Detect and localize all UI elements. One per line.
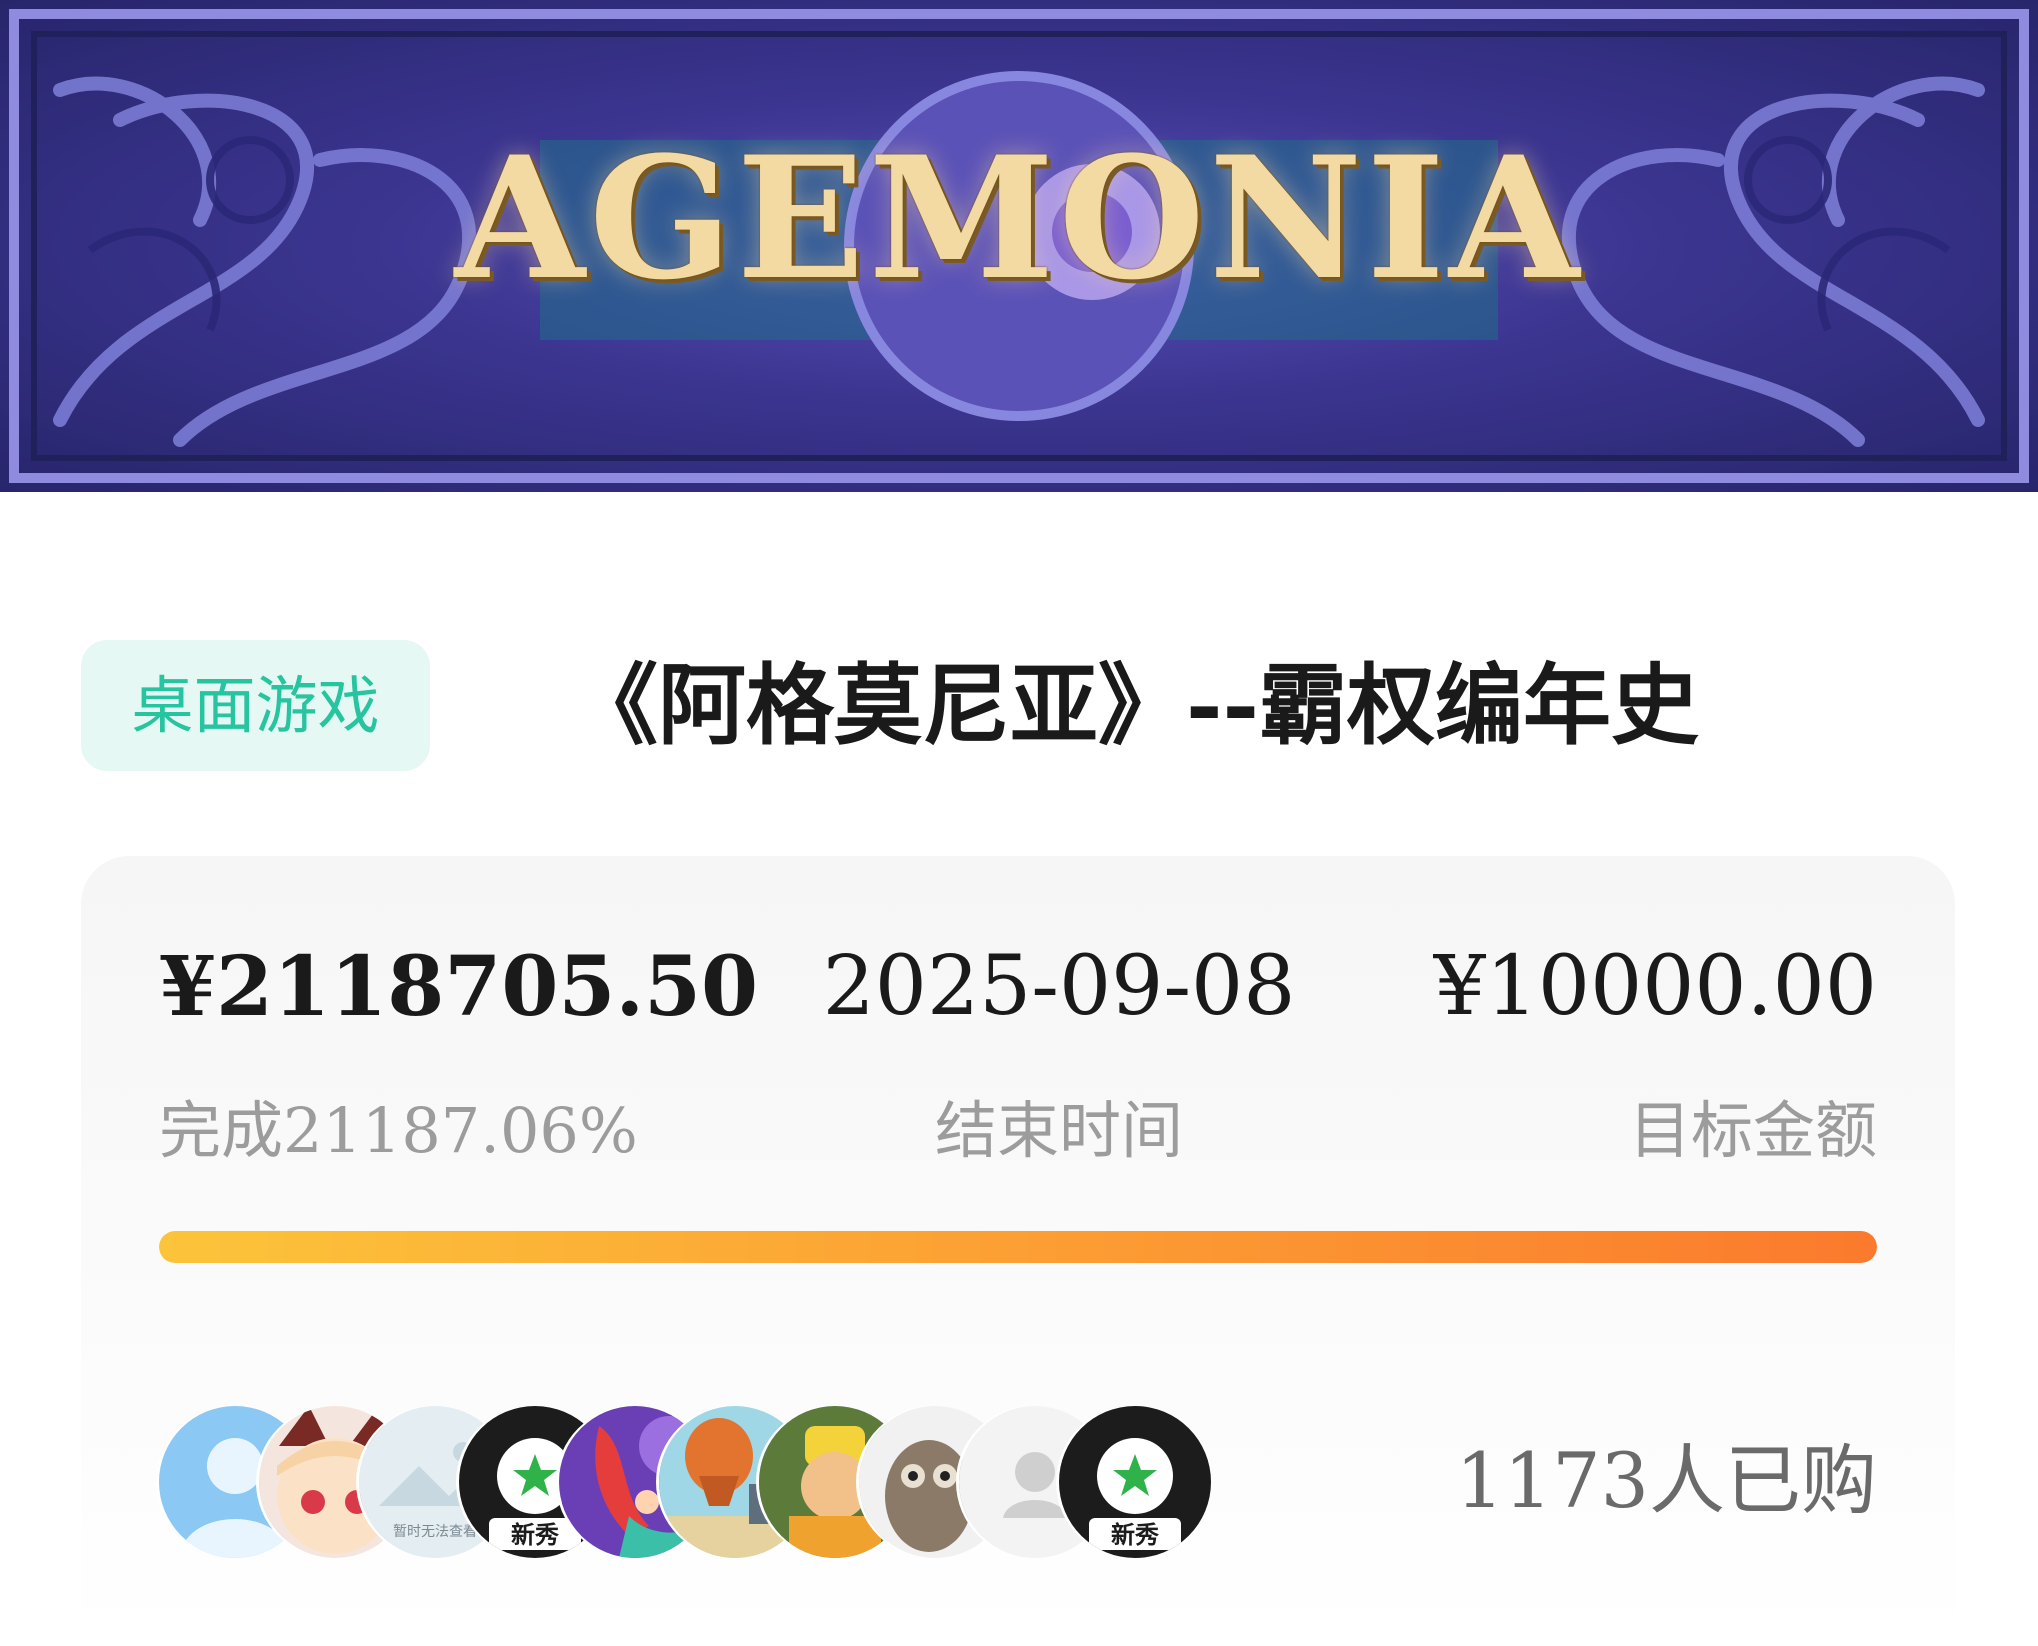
progress-fill xyxy=(159,1231,1877,1263)
goal-amount: ¥10000.00 xyxy=(1433,939,1877,1034)
end-date-label: 结束时间 xyxy=(934,1094,1183,1167)
avatar-logo-text: 新秀 xyxy=(1111,1521,1159,1549)
buyer-avatars[interactable]: 暂时无法查看 新秀 新秀 xyxy=(159,1406,1259,1558)
buyers-count[interactable]: 1173人已购 xyxy=(1377,1431,1877,1531)
category-tag[interactable]: 桌面游戏 xyxy=(81,640,430,771)
page-title: 《阿格莫尼亚》--霸权编年史 xyxy=(570,653,1700,757)
game-banner: AGEMONIA xyxy=(0,0,2038,492)
progress-bar xyxy=(159,1231,1877,1263)
avatar-logo-text: 新秀 xyxy=(511,1521,559,1549)
funding-card: ¥2118705.50 完成21187.06% 2025-09-08 结束时间 … xyxy=(81,856,1955,1646)
raised-amount: ¥2118705.50 xyxy=(159,939,759,1035)
avatar-unavailable-text: 暂时无法查看 xyxy=(393,1524,477,1540)
goal-label: 目标金额 xyxy=(1628,1094,1877,1167)
game-logo: AGEMONIA xyxy=(454,119,1584,317)
end-date-value: 2025-09-08 xyxy=(822,939,1296,1034)
avatar[interactable]: 新秀 xyxy=(1059,1406,1211,1558)
completion-label: 完成21187.06% xyxy=(159,1094,638,1167)
